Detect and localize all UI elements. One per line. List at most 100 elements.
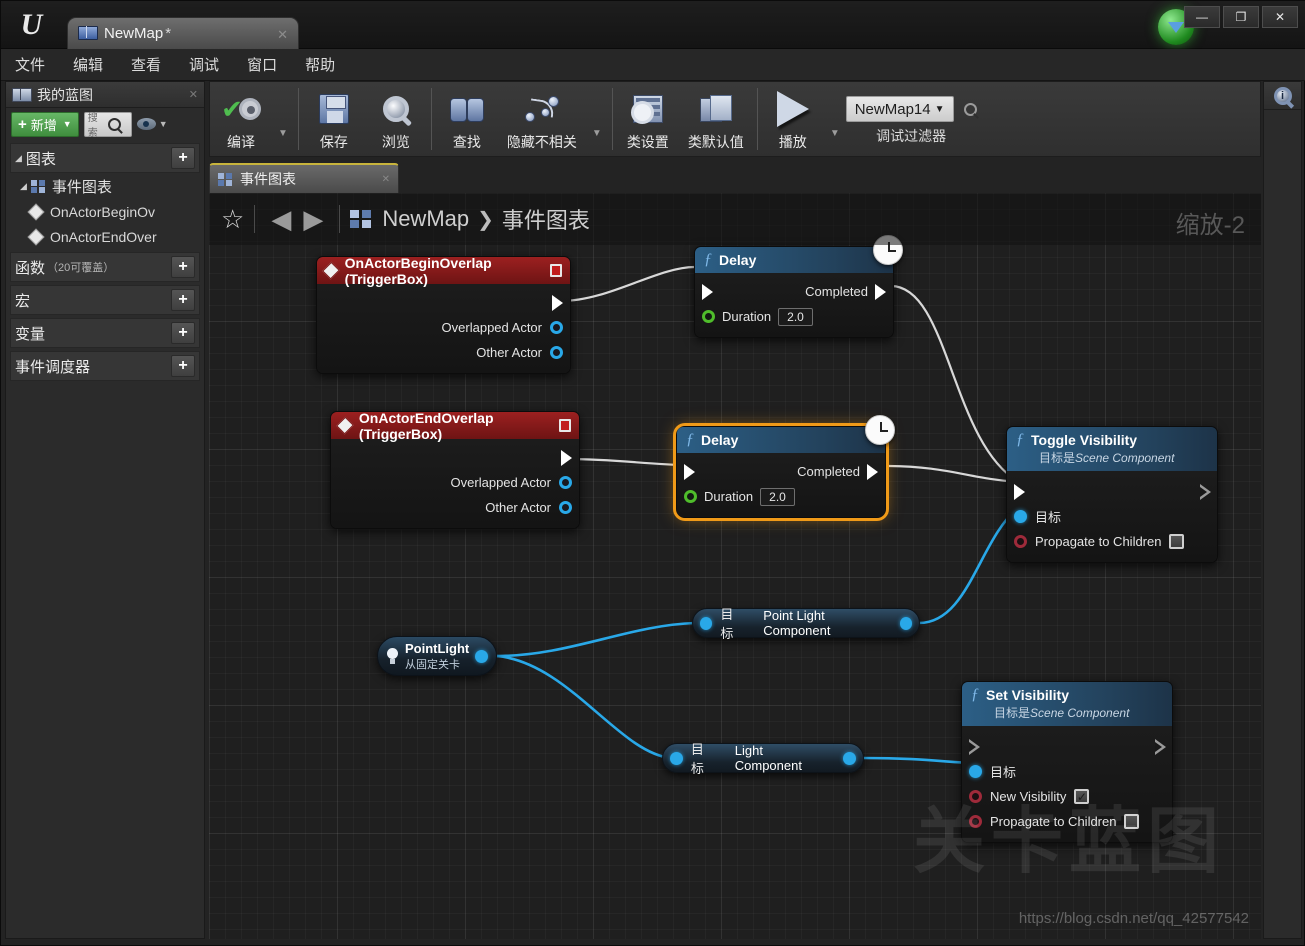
sidebar-item-on-actor-begin-overlap[interactable]: OnActorBeginOv: [6, 199, 204, 224]
menu-item-file[interactable]: 文件: [15, 54, 45, 75]
browse-magnifier-icon: [382, 88, 409, 130]
pin-label: Propagate to Children: [1035, 534, 1162, 549]
float-pin-icon: [702, 310, 715, 323]
pin-other-actor[interactable]: Other Actor: [317, 340, 570, 365]
pin-exec-out[interactable]: [317, 290, 570, 315]
pin-row-exec[interactable]: [962, 734, 1172, 759]
node-breakpoint-icon[interactable]: [550, 264, 562, 277]
menu-item-view[interactable]: 查看: [131, 54, 161, 75]
bool-pin-icon: [1014, 535, 1027, 548]
favorite-star-icon[interactable]: ☆: [221, 206, 244, 232]
pin-exec-out[interactable]: [331, 445, 579, 470]
title-bar: U NewMap * ✕ — ❐ ✕: [1, 1, 1305, 49]
hide-unrelated-button[interactable]: 隐藏不相关: [498, 82, 586, 156]
pin-other-actor[interactable]: Other Actor: [331, 495, 579, 520]
maximize-button[interactable]: ❐: [1223, 6, 1259, 28]
pin-row-exec[interactable]: [1007, 479, 1217, 504]
class-settings-icon: [630, 88, 663, 130]
pin-overlapped-actor[interactable]: Overlapped Actor: [317, 315, 570, 340]
compile-icon: ✔: [221, 88, 261, 130]
sidebar-section-graphs[interactable]: ◢ 图表 +: [10, 143, 200, 173]
add-macro-button[interactable]: +: [171, 289, 195, 311]
find-button[interactable]: 查找: [436, 82, 498, 156]
class-settings-button[interactable]: 类设置: [617, 82, 679, 156]
add-variable-button[interactable]: +: [171, 322, 195, 344]
panel-close-icon[interactable]: ✕: [189, 88, 198, 101]
hide-unrelated-chevron-icon[interactable]: ▼: [586, 128, 608, 139]
forward-arrow-icon[interactable]: ▶: [303, 206, 323, 232]
rail-tab-details[interactable]: i: [1264, 82, 1301, 110]
node-on-actor-begin-overlap[interactable]: OnActorBeginOverlap (TriggerBox) Overlap…: [316, 255, 571, 374]
pin-duration[interactable]: Duration 2.0: [695, 304, 893, 329]
menu-item-help[interactable]: 帮助: [305, 54, 335, 75]
pin-target[interactable]: 目标: [962, 759, 1172, 784]
graph-tab-event-graph[interactable]: 事件图表 ✕: [209, 163, 399, 193]
save-button[interactable]: 保存: [303, 82, 365, 156]
breadcrumb-current[interactable]: 事件图表: [502, 203, 590, 235]
node-delay-2[interactable]: ƒ Delay Completed Duration 2.0: [676, 415, 895, 518]
blueprint-graph-canvas[interactable]: OnActorBeginOverlap (TriggerBox) Overlap…: [209, 193, 1261, 939]
compile-options-chevron-icon[interactable]: ▼: [272, 128, 294, 139]
node-breakpoint-icon[interactable]: [558, 419, 572, 432]
pin-propagate-to-children[interactable]: Propagate to Children: [1007, 529, 1217, 554]
back-arrow-icon[interactable]: ◀: [271, 206, 291, 232]
node-delay-1[interactable]: ƒ Delay Completed Duration 2.0: [694, 235, 903, 338]
menu-item-debug[interactable]: 调试: [189, 54, 219, 75]
sidebar-item-on-actor-end-overlap[interactable]: OnActorEndOver: [6, 224, 204, 249]
debug-filter-select[interactable]: NewMap14 ▼: [845, 96, 954, 122]
graph-tab-close-icon[interactable]: ✕: [382, 174, 390, 185]
class-defaults-button[interactable]: ✔ 类默认值: [679, 82, 753, 156]
add-function-button[interactable]: +: [171, 256, 195, 278]
document-tab-newmap[interactable]: NewMap * ✕: [67, 17, 299, 49]
find-label: 查找: [452, 134, 481, 150]
pin-overlapped-actor[interactable]: Overlapped Actor: [331, 470, 579, 495]
propagate-checkbox[interactable]: [1169, 534, 1185, 549]
debug-search-icon[interactable]: [963, 102, 977, 116]
pin-duration[interactable]: Duration 2.0: [677, 484, 885, 509]
node-on-actor-end-overlap[interactable]: OnActorEndOverlap (TriggerBox) Overlappe…: [330, 410, 580, 529]
duration-input[interactable]: 2.0: [778, 307, 813, 326]
node-header: ƒ Set Visibility 目标是Scene Component: [962, 682, 1172, 726]
graph-tab-strip: 事件图表 ✕: [209, 161, 1261, 193]
node-body: Overlapped Actor Other Actor: [317, 284, 570, 373]
document-tab-label: NewMap: [104, 25, 164, 42]
exec-in-pin-icon: [684, 463, 695, 480]
chevron-down-icon: ▼: [158, 119, 168, 129]
blueprint-search-input[interactable]: 搜索: [83, 111, 132, 139]
add-event-dispatcher-button[interactable]: +: [171, 355, 195, 377]
pin-label: Completed: [805, 284, 868, 299]
play-options-chevron-icon[interactable]: ▼: [824, 128, 846, 139]
sidebar-section-functions[interactable]: 函数 （20可覆盖） +: [10, 252, 200, 282]
duration-input[interactable]: 2.0: [760, 487, 795, 506]
expand-arrow-icon[interactable]: ◢: [15, 153, 22, 164]
add-new-button[interactable]: + 新增 ▼: [11, 111, 79, 137]
minimize-button[interactable]: —: [1184, 6, 1220, 28]
visibility-options-button[interactable]: ▼: [136, 118, 168, 130]
exec-out-pin-icon: [1155, 738, 1166, 755]
add-graph-button[interactable]: +: [171, 147, 195, 169]
sidebar-section-event-dispatchers[interactable]: 事件调度器 +: [10, 351, 200, 381]
browse-button[interactable]: 浏览: [365, 82, 427, 156]
expand-arrow-icon[interactable]: ◢: [20, 181, 27, 192]
node-body: Completed Duration 2.0: [677, 453, 885, 517]
breadcrumb-root[interactable]: NewMap: [382, 206, 469, 232]
node-point-light-reference[interactable]: PointLight 从固定关卡: [377, 636, 497, 676]
menu-item-window[interactable]: 窗口: [247, 54, 277, 75]
sidebar-item-event-graph[interactable]: ◢ 事件图表: [6, 173, 204, 199]
node-point-light-component[interactable]: 目标 Point Light Component: [692, 607, 920, 641]
pin-row-exec[interactable]: Completed: [695, 279, 893, 304]
zoom-level-label: 缩放-2: [1175, 212, 1245, 239]
document-tab-close-icon[interactable]: ✕: [277, 27, 288, 43]
node-toggle-visibility[interactable]: ƒ Toggle Visibility 目标是Scene Component 目…: [1006, 426, 1218, 563]
pin-row-exec[interactable]: Completed: [677, 459, 885, 484]
menu-item-edit[interactable]: 编辑: [73, 54, 103, 75]
sidebar-section-macros[interactable]: 宏 +: [10, 285, 200, 315]
node-light-component[interactable]: 目标 Light Component: [662, 742, 864, 776]
search-placeholder: 搜索: [87, 113, 98, 139]
compile-button[interactable]: ✔ 编译: [210, 82, 272, 156]
close-button[interactable]: ✕: [1262, 6, 1298, 28]
play-button[interactable]: 播放: [762, 82, 824, 156]
event-diamond-icon: [27, 203, 45, 220]
sidebar-section-variables[interactable]: 变量 +: [10, 318, 200, 348]
pin-target[interactable]: 目标: [1007, 504, 1217, 529]
